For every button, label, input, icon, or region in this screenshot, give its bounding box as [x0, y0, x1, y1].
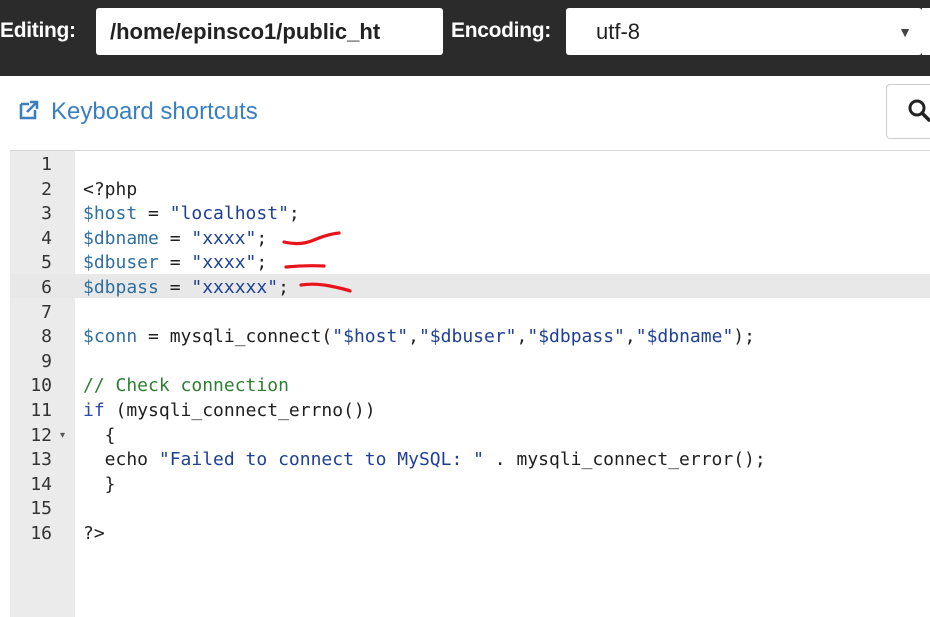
line-number: 15 — [30, 498, 52, 520]
line-number: 10 — [30, 375, 52, 397]
code-token: $dbname — [83, 227, 159, 249]
search-icon — [908, 99, 930, 122]
code-token: = — [158, 277, 192, 298]
line-number: 2 — [41, 178, 52, 200]
code-token: ; — [288, 203, 300, 225]
code-token: ; — [256, 252, 268, 274]
line-number: 12 — [30, 424, 52, 446]
code-line[interactable]: if (mysqli_connect_errno()) — [83, 399, 376, 424]
code-token: = — [158, 227, 192, 249]
line-number: 3 — [41, 203, 52, 225]
code-token: "xxxxxx" — [191, 277, 279, 298]
code-token: = — [137, 203, 170, 225]
editing-label: Editing: — [0, 19, 76, 42]
code-token: . mysqli_connect_error(); — [483, 449, 766, 471]
code-line[interactable]: $host = "localhost"; — [83, 202, 300, 227]
code-line[interactable]: <?php — [83, 178, 137, 203]
code-token: "$dbname" — [635, 326, 734, 348]
line-number: 11 — [30, 400, 52, 421]
code-token: if — [83, 400, 105, 421]
code-token: ; — [278, 277, 289, 298]
code-token: { — [83, 424, 116, 446]
line-number: 9 — [41, 350, 52, 372]
code-token: , — [408, 326, 419, 348]
line-number: 4 — [41, 227, 52, 249]
toolbar-field-edge — [922, 8, 930, 55]
line-number: 6 — [41, 277, 52, 298]
code-line[interactable]: { — [83, 424, 116, 449]
code-token: "Failed to connect to MySQL: " — [158, 449, 484, 471]
code-token: <?php — [83, 178, 138, 200]
line-number: 8 — [41, 326, 52, 348]
code-token: echo — [83, 449, 159, 471]
code-line[interactable]: $dbpass = "xxxxxx"; — [83, 276, 289, 301]
code-token: "xxxx" — [191, 252, 257, 274]
code-token: $conn — [83, 326, 138, 348]
code-token: // Check connection — [83, 375, 289, 397]
code-token: "$host" — [332, 326, 409, 348]
encoding-label: Encoding: — [451, 19, 551, 42]
code-line[interactable]: $conn = mysqli_connect("$host","$dbuser"… — [83, 325, 755, 350]
code-token: , — [516, 326, 528, 348]
code-token: (mysqli_connect_errno()) — [104, 400, 376, 421]
code-token: "$dbuser" — [418, 326, 517, 348]
code-token: $dbpass — [83, 277, 159, 298]
chevron-down-icon: ▼ — [898, 24, 912, 40]
editor-toolbar: Editing: /home/epinsco1/public_ht Encodi… — [0, 0, 930, 76]
file-path-field[interactable]: /home/epinsco1/public_ht — [96, 8, 443, 55]
line-number: 1 — [41, 154, 52, 175]
line-number: 5 — [41, 252, 52, 274]
fold-toggle-icon[interactable]: ▾ — [60, 424, 65, 449]
code-token: "localhost" — [169, 203, 289, 225]
code-token: } — [83, 473, 116, 495]
code-token: ?> — [83, 523, 105, 544]
code-token: , — [624, 326, 636, 348]
encoding-value: utf-8 — [596, 19, 641, 44]
code-token: ; — [256, 227, 268, 249]
code-token: "xxxx" — [191, 227, 257, 249]
code-editor[interactable]: 1 2 <?php 3 $host = "localhost"; 4 $dbname = "… — [10, 151, 930, 617]
code-token: $host — [83, 203, 138, 225]
line-number: 16 — [30, 523, 52, 544]
code-line[interactable]: $dbname = "xxxx"; — [83, 227, 267, 252]
code-token: = mysqli_connect( — [137, 326, 333, 348]
encoding-select[interactable]: utf-8 ▼ — [566, 8, 922, 55]
keyboard-shortcuts-link[interactable]: Keyboard shortcuts — [51, 97, 258, 127]
code-token: ); — [733, 326, 755, 348]
line-number: 13 — [30, 449, 52, 471]
code-line[interactable]: // Check connection — [83, 374, 289, 399]
code-line[interactable]: } — [83, 473, 116, 498]
line-number: 14 — [30, 473, 52, 495]
code-line[interactable]: ?> — [83, 522, 105, 547]
code-line[interactable]: $dbuser = "xxxx"; — [83, 251, 267, 276]
code-line[interactable]: echo "Failed to connect to MySQL: " . my… — [83, 448, 766, 473]
code-token: = — [158, 252, 192, 274]
code-token: "$dbpass" — [527, 326, 625, 348]
code-token: $dbuser — [83, 252, 159, 274]
search-button[interactable] — [886, 84, 930, 139]
external-link-icon — [19, 100, 39, 120]
line-number: 7 — [41, 301, 52, 323]
